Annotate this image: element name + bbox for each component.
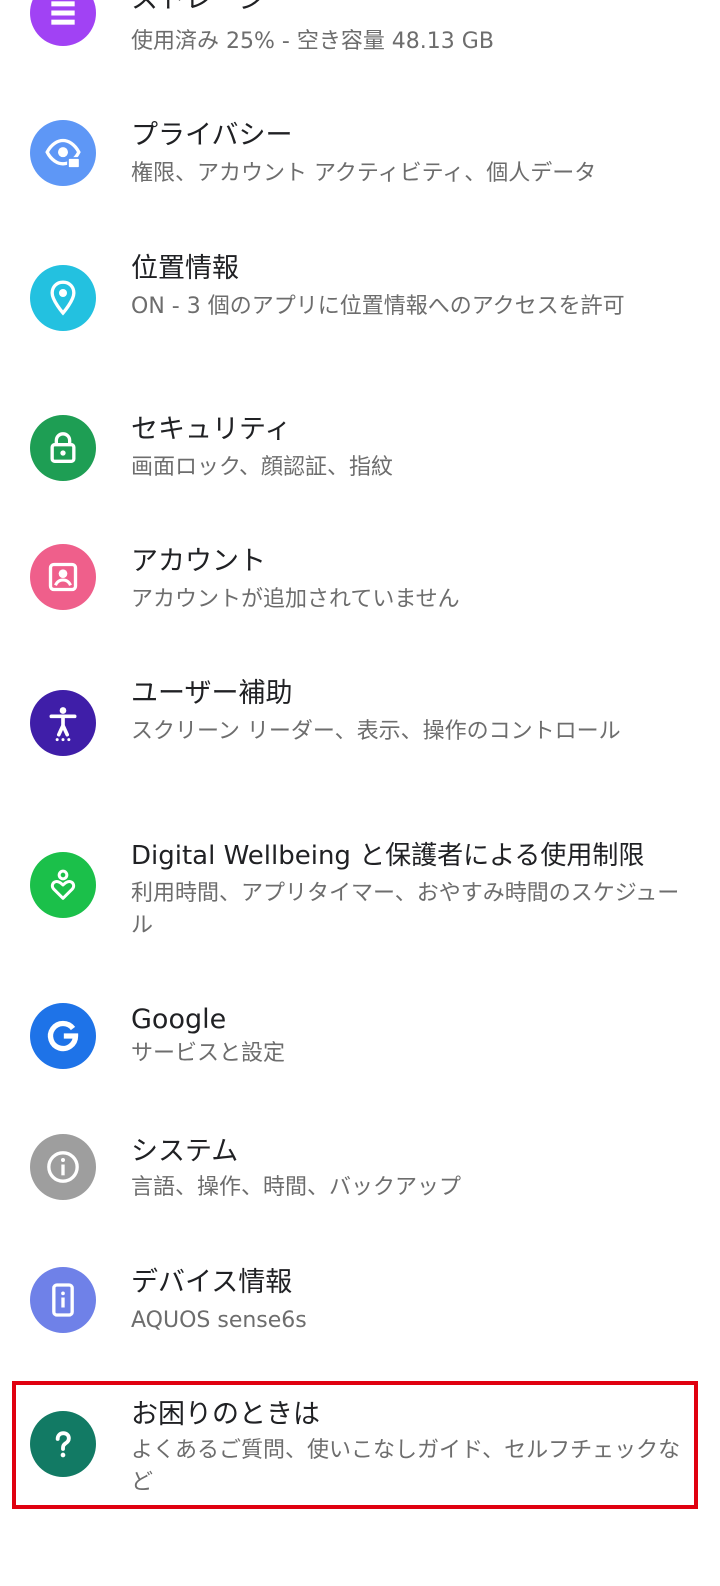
settings-item-accessibility[interactable]: ユーザー補助 スクリーン リーダー、表示、操作のコントロール xyxy=(0,676,720,786)
privacy-icon xyxy=(30,120,96,186)
google-icon xyxy=(30,1003,96,1069)
lock-icon xyxy=(30,415,96,481)
info-icon xyxy=(30,1134,96,1200)
settings-item-privacy[interactable]: プライバシー 権限、アカウント アクティビティ、個人データ xyxy=(0,118,720,218)
settings-item-subtitle: 権限、アカウント アクティビティ、個人データ xyxy=(131,161,597,186)
settings-item-security[interactable]: セキュリティ 画面ロック、顔認証、指紋 xyxy=(0,412,720,512)
storage-icon xyxy=(30,0,96,46)
settings-item-subtitle: スクリーン リーダー、表示、操作のコントロール xyxy=(131,719,621,744)
settings-item-title: 位置情報 xyxy=(131,253,239,284)
accessibility-icon xyxy=(30,690,96,756)
settings-item-title: ユーザー補助 xyxy=(131,678,293,709)
settings-item-title: デバイス情報 xyxy=(131,1267,293,1298)
settings-item-digital-wellbeing[interactable]: Digital Wellbeing と保護者による使用制限 利用時間、アプリタイ… xyxy=(0,838,720,948)
wellbeing-icon xyxy=(30,852,96,918)
settings-item-title: Google xyxy=(131,1004,227,1035)
settings-item-title: アカウント xyxy=(131,546,266,577)
settings-item-subtitle: 利用時間、アプリタイマー、おやすみ時間のスケジュール xyxy=(131,881,680,938)
settings-item-subtitle: サービスと設定 xyxy=(131,1041,286,1066)
settings-item-subtitle: ON - 3 個のアプリに位置情報へのアクセスを許可 xyxy=(131,294,625,319)
location-icon xyxy=(30,265,96,331)
settings-item-subtitle: アカウントが追加されていません xyxy=(131,587,460,612)
highlight-box xyxy=(12,1381,698,1509)
settings-item-title: システム xyxy=(131,1136,239,1167)
settings-item-google[interactable]: Google サービスと設定 xyxy=(0,1002,720,1102)
device-info-icon xyxy=(30,1267,96,1333)
settings-item-device-info[interactable]: デバイス情報 AQUOS sense6s xyxy=(0,1265,720,1365)
settings-item-title: セキュリティ xyxy=(131,414,292,445)
settings-item-title: ストレージ xyxy=(131,0,690,18)
settings-item-subtitle: AQUOS sense6s xyxy=(131,1308,307,1333)
settings-item-account[interactable]: アカウント アカウントが追加されていません xyxy=(0,544,720,644)
settings-item-subtitle: 使用済み 25% - 空き容量 48.13 GB xyxy=(131,29,494,54)
settings-item-system[interactable]: システム 言語、操作、時間、バックアップ xyxy=(0,1134,720,1234)
settings-item-subtitle: 言語、操作、時間、バックアップ xyxy=(131,1175,462,1200)
account-icon xyxy=(30,544,96,610)
settings-item-subtitle: 画面ロック、顔認証、指紋 xyxy=(131,455,394,480)
settings-item-title: Digital Wellbeing と保護者による使用制限 xyxy=(131,841,645,871)
settings-item-storage[interactable]: ストレージ 使用済み 25% - 空き容量 48.13 GB xyxy=(0,0,720,72)
settings-item-location[interactable]: 位置情報 ON - 3 個のアプリに位置情報へのアクセスを許可 xyxy=(0,251,720,361)
settings-item-title: プライバシー xyxy=(131,120,293,151)
